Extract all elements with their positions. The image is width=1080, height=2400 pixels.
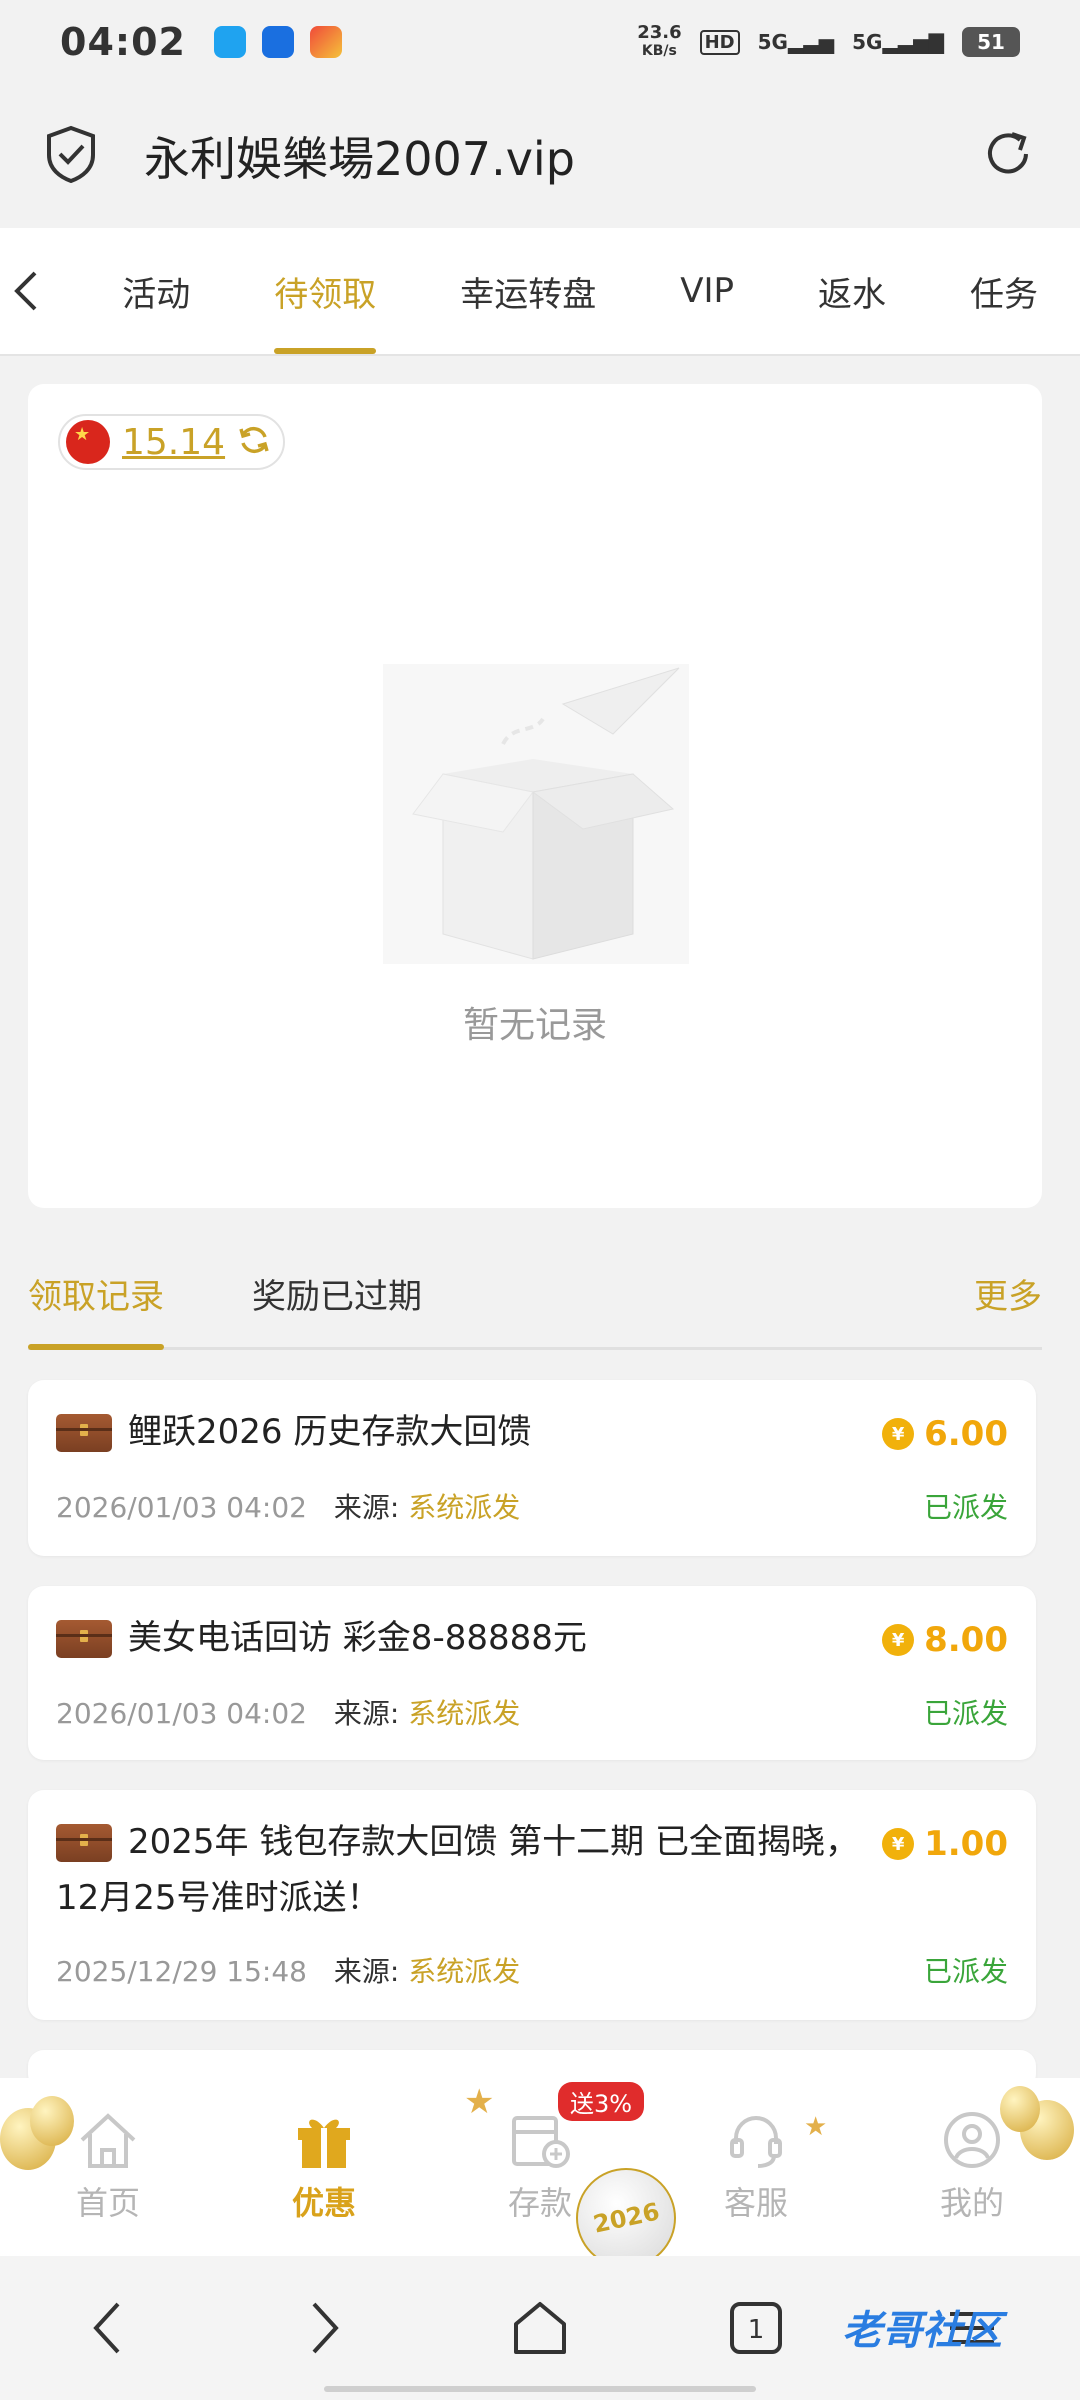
record-title: 2025年 钱包存款大回馈 第十二期 已全面揭晓，12月25号准时派送！ [56,1822,859,1918]
treasure-chest-icon [56,1414,112,1452]
bottom-nav: 首页 优惠 存款 客服 我的 [0,2078,1080,2256]
tab-vip[interactable]: VIP [638,228,776,354]
tab-rebate[interactable]: 返水 [776,228,928,354]
record-amount: ¥ 6.00 [882,1414,1008,1454]
record-time: 2026/01/03 04:02 [56,1697,307,1730]
tab-pending[interactable]: 待领取 [232,228,418,354]
record-amount: ¥ 8.00 [882,1620,1008,1660]
back-icon[interactable] [68,2288,148,2368]
record-time: 2025/12/29 15:48 [56,1955,307,1988]
tab-tasks[interactable]: 任务 [928,228,1080,354]
source-value: 系统派发 [408,1955,521,1988]
tab-claim-records[interactable]: 领取记录 [28,1240,164,1350]
signal-icon-1: 5G▂▃▅ [757,30,835,54]
balloon-decoration [30,2096,74,2146]
coin-icon: ¥ [882,1624,915,1656]
empty-text: 暂无记录 [462,1005,607,1046]
tab-activity[interactable]: 活动 [52,228,232,354]
status-bar: 04:02 23.6 KB/s HD 5G▂▃▅ 5G▂▃▅▇ 51 [0,0,1080,84]
svg-text:1: 1 [748,2315,765,2345]
headset-icon [724,2110,788,2174]
tab-expired-rewards[interactable]: 奖励已过期 [252,1240,422,1347]
record-status: 已派发 [923,1697,1008,1730]
record-amount: ¥ 1.00 [882,1824,1008,1864]
record-title: 美女电话回访 彩金8-88888元 [128,1618,587,1658]
record-card[interactable]: 鲤跃2026 历史存款大回馈 ¥ 6.00 2026/01/03 04:02 来… [28,1380,1036,1556]
shield-icon[interactable] [44,125,98,187]
game-app-icon [309,26,342,58]
source-label: 来源: [333,1697,400,1730]
hd-icon: HD [699,29,740,55]
tab-lucky-wheel[interactable]: 幸运转盘 [418,228,638,354]
tabs-back-icon[interactable] [0,228,52,354]
browser-url-bar[interactable]: 永利娛樂場2007.vip [0,84,1080,228]
gift-icon [292,2110,356,2174]
year-ornament: 2026 [576,2168,676,2268]
tabs-icon[interactable]: 1 [716,2288,796,2368]
balloon-decoration [1000,2086,1040,2132]
empty-box-icon [383,664,689,964]
status-app-icons [213,26,342,58]
record-meta: 2025/12/29 15:48 来源: 系统派发 [56,1950,520,1990]
status-indicators: 23.6 KB/s HD 5G▂▃▅ 5G▂▃▅▇ 51 [637,24,1020,60]
promo-badge: 送3% [558,2082,645,2121]
record-card[interactable]: 2025年 钱包存款大回馈 第十二期 已全面揭晓，12月25号准时派送！ ¥ 1… [28,1790,1036,2020]
deposit-icon [508,2110,572,2174]
home-icon [76,2110,140,2174]
source-label: 来源: [333,1955,400,1988]
balance-pill[interactable]: 15.14 [58,414,286,470]
record-status: 已派发 [923,1955,1008,1988]
status-time: 04:02 [60,20,186,64]
qq-icon [213,26,246,58]
pending-card: 15.14 暂无记录 [28,384,1042,1208]
record-time: 2026/01/03 04:02 [56,1491,307,1524]
source-value: 系统派发 [408,1697,521,1730]
treasure-chest-icon [56,1620,112,1658]
coin-icon: ¥ [882,1418,915,1450]
refresh-icon[interactable] [237,423,271,461]
watermark: 老哥社区 [842,2308,1002,2354]
more-link[interactable]: 更多 [974,1269,1042,1318]
nav-support[interactable]: 客服 [648,2078,864,2256]
signal-icon-2: 5G▂▃▅▇ [852,30,944,54]
balance-value: 15.14 [122,421,226,463]
record-title: 鲤跃2026 历史存款大回馈 [128,1412,532,1452]
record-tabs: 领取记录 奖励已过期 更多 [28,1240,1042,1350]
home-indicator [324,2386,756,2392]
coin-icon: ¥ [882,1828,915,1860]
record-meta: 2026/01/03 04:02 来源: 系统派发 [56,1692,520,1732]
star-decoration: ★ [804,2112,828,2142]
home-button-icon[interactable] [500,2288,580,2368]
chat-app-icon [261,26,294,58]
source-label: 来源: [333,1491,400,1524]
user-icon [940,2110,1004,2174]
net-speed: 23.6 KB/s [637,22,682,60]
battery-icon: 51 [962,27,1020,57]
reload-icon[interactable] [980,126,1036,186]
china-flag-icon [66,420,110,464]
record-meta: 2026/01/03 04:02 来源: 系统派发 [56,1486,520,1526]
url-text[interactable]: 永利娛樂場2007.vip [144,123,575,189]
record-card[interactable]: 美女电话回访 彩金8-88888元 ¥ 8.00 2026/01/03 04:0… [28,1586,1036,1760]
source-value: 系统派发 [408,1491,521,1524]
category-tabbar: 活动 待领取 幸运转盘 VIP 返水 任务 [0,228,1080,356]
record-status: 已派发 [923,1491,1008,1524]
nav-offers[interactable]: 优惠 [216,2078,432,2256]
star-decoration: ★ [464,2082,495,2122]
forward-icon[interactable] [284,2288,364,2368]
